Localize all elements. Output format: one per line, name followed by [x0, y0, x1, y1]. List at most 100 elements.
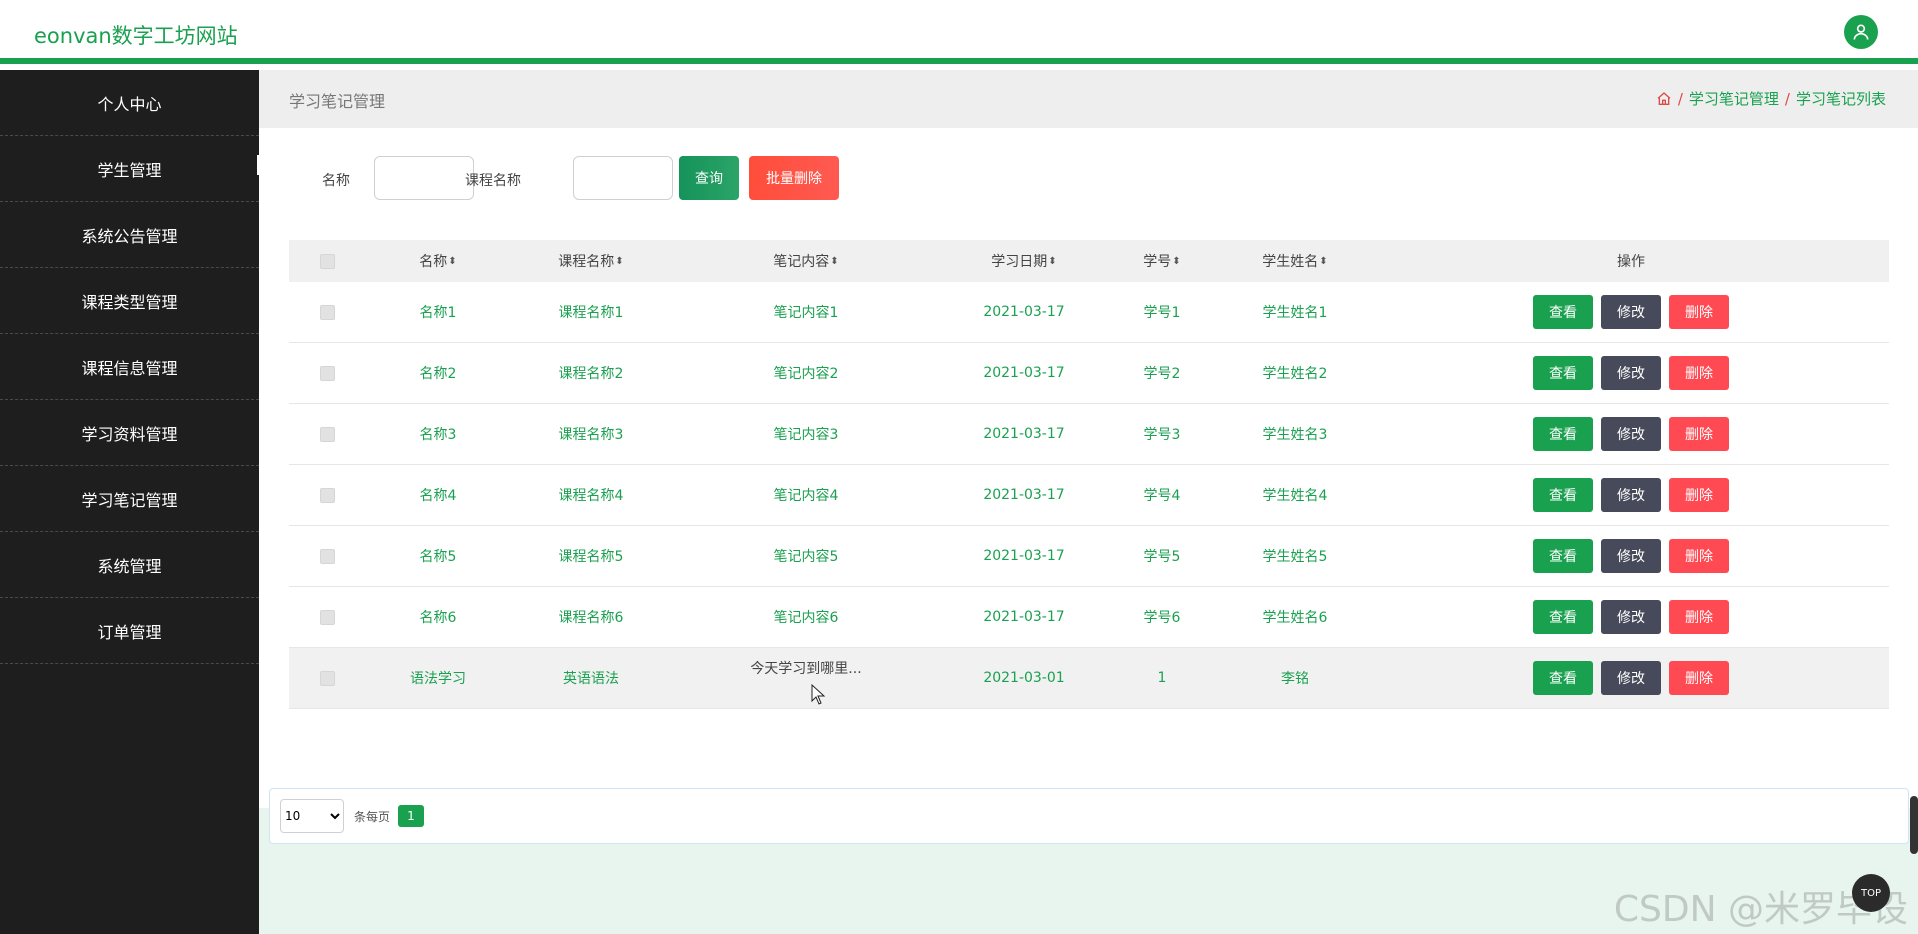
- breadcrumb-separator: /: [1677, 89, 1683, 108]
- cell-date: 2021-03-17: [983, 487, 1065, 503]
- cell-name: 名称1: [419, 305, 457, 321]
- cell-course: 英语语法: [563, 671, 619, 687]
- cell-date: 2021-03-17: [983, 365, 1065, 381]
- row-actions: 查看 修改 删除: [1373, 282, 1889, 342]
- sidebar-item-profile[interactable]: 个人中心: [0, 70, 259, 136]
- name-label: 名称: [322, 173, 350, 189]
- cell-content: 笔记内容2: [773, 366, 839, 382]
- cell-content: 笔记内容3: [773, 427, 839, 443]
- delete-button[interactable]: 删除: [1669, 295, 1729, 329]
- delete-button[interactable]: 删除: [1669, 661, 1729, 695]
- row-checkbox[interactable]: [319, 304, 335, 320]
- query-button[interactable]: 查询: [679, 156, 739, 200]
- batch-delete-button[interactable]: 批量删除: [749, 156, 839, 200]
- cell-sname: 学生姓名2: [1262, 366, 1328, 382]
- edit-button[interactable]: 修改: [1601, 661, 1661, 695]
- sidebar-item-course-info[interactable]: 课程信息管理: [0, 334, 259, 400]
- table-row: 名称6 课程名称6 笔记内容6 2021-03-17 学号6 学生姓名6 查看 修改 删除: [289, 587, 1889, 648]
- cell-sid: 学号2: [1143, 366, 1181, 382]
- edit-button[interactable]: 修改: [1601, 356, 1661, 390]
- edit-button[interactable]: 修改: [1601, 600, 1661, 634]
- delete-button[interactable]: 删除: [1669, 600, 1729, 634]
- view-button[interactable]: 查看: [1533, 356, 1593, 390]
- sidebar-item-system[interactable]: 系统管理: [0, 532, 259, 598]
- edit-button[interactable]: 修改: [1601, 478, 1661, 512]
- table-row: 名称5 课程名称5 笔记内容5 2021-03-17 学号5 学生姓名5 查看 修改 删除: [289, 526, 1889, 587]
- breadcrumb: / 学习笔记管理 / 学习笔记列表: [1656, 88, 1886, 109]
- course-name-label: 课程名称: [465, 173, 521, 189]
- delete-button[interactable]: 删除: [1669, 539, 1729, 573]
- page-size-select[interactable]: 10: [280, 799, 344, 833]
- cell-name: 语法学习: [410, 671, 466, 687]
- user-avatar[interactable]: [1844, 15, 1878, 49]
- course-name-input[interactable]: [573, 156, 673, 200]
- edit-button[interactable]: 修改: [1601, 295, 1661, 329]
- cell-course: 课程名称2: [558, 366, 624, 382]
- sort-icon: ⬍: [1172, 255, 1181, 267]
- sidebar-item-course-types[interactable]: 课程类型管理: [0, 268, 259, 334]
- row-checkbox[interactable]: [319, 487, 335, 503]
- cell-sid: 学号3: [1143, 427, 1181, 443]
- table-header: 名称 ⬍ 课程名称 ⬍ 笔记内容 ⬍ 学习日期 ⬍ 学号 ⬍ 学生姓名 ⬍ 操作: [289, 240, 1889, 282]
- header-date[interactable]: 学习日期 ⬍: [941, 240, 1107, 282]
- cell-sid: 学号5: [1143, 549, 1181, 565]
- sidebar-item-notes[interactable]: 学习笔记管理: [0, 466, 259, 532]
- cell-sid: 学号4: [1143, 488, 1181, 504]
- table-row: 名称4 课程名称4 笔记内容4 2021-03-17 学号4 学生姓名4 查看 修改 删除: [289, 465, 1889, 526]
- header-student-name[interactable]: 学生姓名 ⬍: [1217, 240, 1373, 282]
- content-panel: 名称 课程名称 查询 批量删除 名称 ⬍ 课程名称 ⬍ 笔记内容 ⬍ 学习日期 ⬍ 学号…: [259, 128, 1918, 844]
- sidebar-item-announcements[interactable]: 系统公告管理: [0, 202, 259, 268]
- sidebar-item-materials[interactable]: 学习资料管理: [0, 400, 259, 466]
- header-name[interactable]: 名称 ⬍: [365, 240, 511, 282]
- view-button[interactable]: 查看: [1533, 600, 1593, 634]
- breadcrumb-notes-management[interactable]: 学习笔记管理: [1689, 88, 1779, 109]
- row-checkbox[interactable]: [319, 609, 335, 625]
- table-row: 名称2 课程名称2 笔记内容2 2021-03-17 学号2 学生姓名2 查看 修改 删除: [289, 343, 1889, 404]
- row-checkbox[interactable]: [319, 426, 335, 442]
- delete-button[interactable]: 删除: [1669, 478, 1729, 512]
- edit-button[interactable]: 修改: [1601, 417, 1661, 451]
- sidebar-item-orders[interactable]: 订单管理: [0, 598, 259, 664]
- delete-button[interactable]: 删除: [1669, 417, 1729, 451]
- cell-sname: 学生姓名6: [1262, 610, 1328, 626]
- cell-sid: 1: [1157, 670, 1167, 686]
- select-all-checkbox[interactable]: [319, 253, 335, 269]
- view-button[interactable]: 查看: [1533, 295, 1593, 329]
- header-content[interactable]: 笔记内容 ⬍: [671, 240, 941, 282]
- table-row: 名称1 课程名称1 笔记内容1 2021-03-17 学号1 学生姓名1 查看 修改 删除: [289, 282, 1889, 343]
- cell-sname: 学生姓名1: [1262, 305, 1328, 321]
- row-actions: 查看 修改 删除: [1373, 404, 1889, 464]
- brand-title[interactable]: eonvan数字工坊网站: [34, 20, 238, 50]
- cell-sname: 李铭: [1281, 671, 1309, 687]
- home-icon[interactable]: [1656, 91, 1672, 107]
- view-button[interactable]: 查看: [1533, 661, 1593, 695]
- edit-button[interactable]: 修改: [1601, 539, 1661, 573]
- cell-name: 名称6: [419, 610, 457, 626]
- row-checkbox[interactable]: [319, 670, 335, 686]
- delete-button[interactable]: 删除: [1669, 356, 1729, 390]
- header-actions: 操作: [1617, 254, 1645, 270]
- row-checkbox[interactable]: [319, 365, 335, 381]
- scrollbar[interactable]: [1910, 796, 1918, 854]
- mouse-cursor-icon: [811, 684, 826, 705]
- main-area: 学习笔记管理 / 学习笔记管理 / 学习笔记列表 名称 课程名称 查询 批量删除…: [259, 70, 1918, 934]
- page-button-1[interactable]: 1: [398, 805, 424, 827]
- row-actions: 查看 修改 删除: [1373, 465, 1889, 525]
- back-to-top-button[interactable]: TOP: [1852, 874, 1890, 912]
- header-student-id[interactable]: 学号 ⬍: [1107, 240, 1217, 282]
- view-button[interactable]: 查看: [1533, 478, 1593, 512]
- breadcrumb-separator: /: [1784, 89, 1790, 108]
- header-course[interactable]: 课程名称 ⬍: [511, 240, 671, 282]
- name-input[interactable]: [374, 156, 474, 200]
- view-button[interactable]: 查看: [1533, 539, 1593, 573]
- cell-sid: 学号6: [1143, 610, 1181, 626]
- view-button[interactable]: 查看: [1533, 417, 1593, 451]
- sort-icon: ⬍: [615, 255, 624, 267]
- cell-course: 课程名称5: [558, 549, 624, 565]
- user-icon: [1853, 24, 1869, 40]
- row-checkbox[interactable]: [319, 548, 335, 564]
- row-actions: 查看 修改 删除: [1373, 526, 1889, 586]
- sidebar-item-students[interactable]: 学生管理: [0, 136, 259, 202]
- cell-sname: 学生姓名4: [1262, 488, 1328, 504]
- breadcrumb-notes-list[interactable]: 学习笔记列表: [1796, 88, 1886, 109]
